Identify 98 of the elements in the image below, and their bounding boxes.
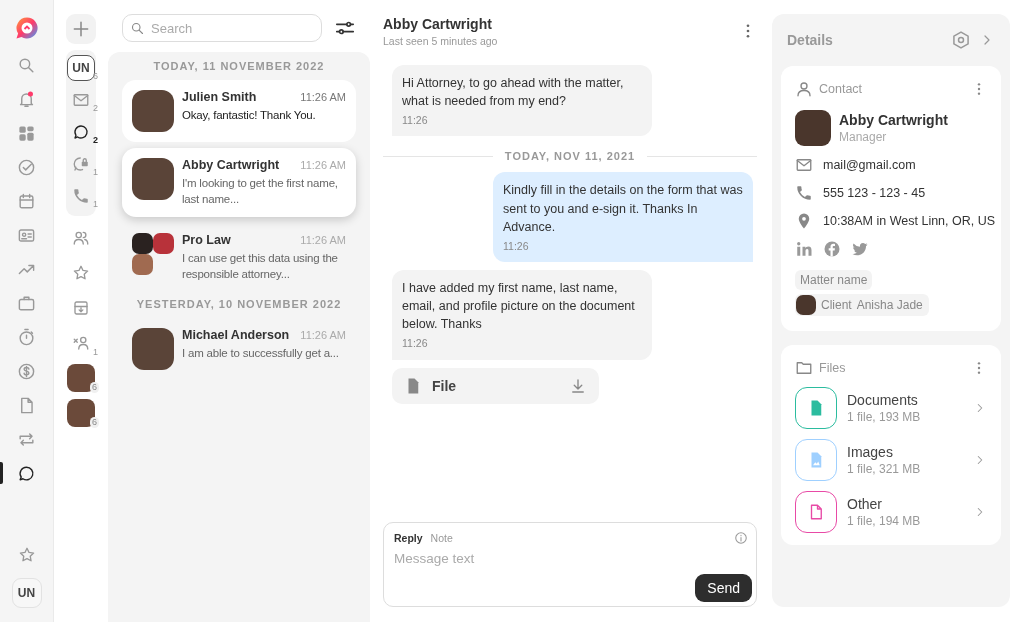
chat-item[interactable]: Abby Cartwright 11:26 AM I'm looking to get the first name, last name... xyxy=(122,148,356,218)
mail-icon[interactable] xyxy=(72,91,90,109)
calendar-icon[interactable] xyxy=(17,191,36,211)
file-meta: 1 file, 194 MB xyxy=(847,514,922,528)
unread-count: 1 xyxy=(93,200,98,209)
locked-chat-icon[interactable] xyxy=(72,155,90,173)
search-icon xyxy=(130,21,145,36)
user-avatar[interactable]: UN xyxy=(11,578,42,608)
composer-tab[interactable]: Reply xyxy=(394,532,423,544)
chat-title: Abby Cartwright xyxy=(383,16,493,32)
hexagon-settings-icon[interactable] xyxy=(951,30,971,50)
archive-icon[interactable] xyxy=(72,298,90,317)
facebook-icon[interactable] xyxy=(823,240,841,258)
contact-name: Julien Smith xyxy=(182,90,257,104)
selection-indicator xyxy=(0,462,3,484)
logo-icon[interactable] xyxy=(14,16,39,40)
avatar xyxy=(132,158,174,200)
file-type-tile[interactable] xyxy=(795,491,837,533)
client-name: Anisha Jade xyxy=(856,298,923,312)
file-category: Documents xyxy=(847,392,919,408)
message-time: 11:26 xyxy=(402,336,429,352)
chat-item[interactable]: Julien Smith 11:26 AM Okay, fantastic! Thank You. xyxy=(122,80,356,142)
unread-count: 6 xyxy=(93,72,98,81)
phone-icon[interactable] xyxy=(72,187,90,205)
search-field[interactable]: Search xyxy=(122,14,322,42)
info-icon xyxy=(734,531,748,545)
file-category: Images xyxy=(847,444,894,460)
person-icon xyxy=(795,80,813,98)
stopwatch-icon[interactable] xyxy=(17,327,36,347)
chat-item[interactable]: Pro Law 11:26 AM I can use get this data using the responsible attorney... xyxy=(122,223,356,293)
count-badge: 6 xyxy=(90,382,99,393)
message-text: I have added my first name, last name, email, and profile picture on the document below. Thanks xyxy=(402,280,636,334)
date-divider: TODAY, NOV 11, 2021 xyxy=(504,150,636,163)
message-time: 11:26 xyxy=(402,113,429,129)
grid-icon[interactable] xyxy=(17,123,36,143)
message-time: 11:26 AM xyxy=(300,234,346,247)
avatar xyxy=(796,295,816,315)
bell-icon[interactable] xyxy=(17,89,36,109)
avatar[interactable] xyxy=(67,398,95,427)
message-text: Kindly fill in the details on the form that was sent to you and e-sign it. Thanks In Advance. xyxy=(503,182,743,236)
client-label: Client xyxy=(821,298,852,312)
contact-name: Pro Law xyxy=(182,233,231,248)
file-meta: 1 file, 321 MB xyxy=(847,462,922,476)
message-time: 11:26 AM xyxy=(300,91,346,103)
message-preview: I'm looking to get the first name, last name... xyxy=(182,176,339,207)
message-time: 11:26 AM xyxy=(300,329,346,342)
contact-role: Manager xyxy=(839,130,888,144)
file-meta: 1 file, 193 MB xyxy=(847,410,922,424)
date-heading: YESTERDAY, 10 NOVEMBER 2022 xyxy=(135,298,343,311)
panel-title: Details xyxy=(787,32,834,48)
section-heading: Files xyxy=(819,361,847,375)
send-button[interactable]: Send xyxy=(695,574,752,602)
email-text: mail@gmail.com xyxy=(823,158,916,172)
message-time: 11:26 AM xyxy=(300,159,346,171)
mail-icon xyxy=(795,156,813,174)
message-preview: Okay, fantastic! Thank You. xyxy=(182,108,317,123)
file-category: Other xyxy=(847,496,883,512)
message-preview: I am able to successfully get a... xyxy=(182,346,340,362)
message-text: Hi Attorney, to go ahead with the matter, what is needed from my end? xyxy=(402,75,625,111)
linkedin-icon[interactable] xyxy=(795,240,813,258)
location-text: 10:38AM in West Linn, OR, US xyxy=(823,214,996,228)
group-avatar xyxy=(132,233,174,276)
unread-count: 1 xyxy=(93,348,98,357)
star-icon[interactable] xyxy=(72,263,90,282)
date-heading: TODAY, 11 NOVEMBER 2022 xyxy=(152,60,326,72)
section-heading: Contact xyxy=(819,82,864,96)
unread-count: 2 xyxy=(93,136,98,145)
count-badge: 6 xyxy=(90,417,99,428)
phone-text: 555 123 - 123 - 45 xyxy=(823,186,926,200)
message-preview: I can use get this data using the responsible attorney... xyxy=(182,251,339,282)
plus-icon xyxy=(71,19,91,39)
file-type-tile[interactable] xyxy=(795,439,837,481)
contact-name: Abby Cartwright xyxy=(839,112,948,128)
contact-name: Michael Anderson xyxy=(182,328,290,343)
phone-icon xyxy=(795,184,813,202)
check-circle-icon[interactable] xyxy=(17,157,36,177)
avatar[interactable] xyxy=(67,363,95,392)
avatar xyxy=(795,110,831,146)
briefcase-icon[interactable] xyxy=(17,293,36,313)
user-folder[interactable]: UN xyxy=(67,55,95,81)
file-type-tile[interactable] xyxy=(795,387,837,429)
download-icon[interactable] xyxy=(569,376,587,395)
dollar-icon[interactable] xyxy=(17,361,36,381)
chat-icon[interactable] xyxy=(72,123,90,141)
contact-name: Abby Cartwright xyxy=(182,158,280,172)
twitter-icon[interactable] xyxy=(851,240,869,258)
unread-count: 2 xyxy=(93,104,98,113)
folder-icon xyxy=(795,359,813,377)
last-seen: Last seen 5 minutes ago xyxy=(383,35,498,47)
add-button[interactable] xyxy=(66,14,96,44)
chat-item[interactable]: Michael Anderson 11:26 AM I am able to successfully get a... xyxy=(122,318,356,381)
avatar xyxy=(132,90,174,132)
chat-icon[interactable] xyxy=(17,463,36,483)
star-icon[interactable] xyxy=(17,546,36,564)
avatar xyxy=(132,328,174,371)
unread-count: 1 xyxy=(93,168,98,177)
file-attachment[interactable]: File xyxy=(392,367,599,404)
message-time: 11:26 xyxy=(503,238,530,254)
